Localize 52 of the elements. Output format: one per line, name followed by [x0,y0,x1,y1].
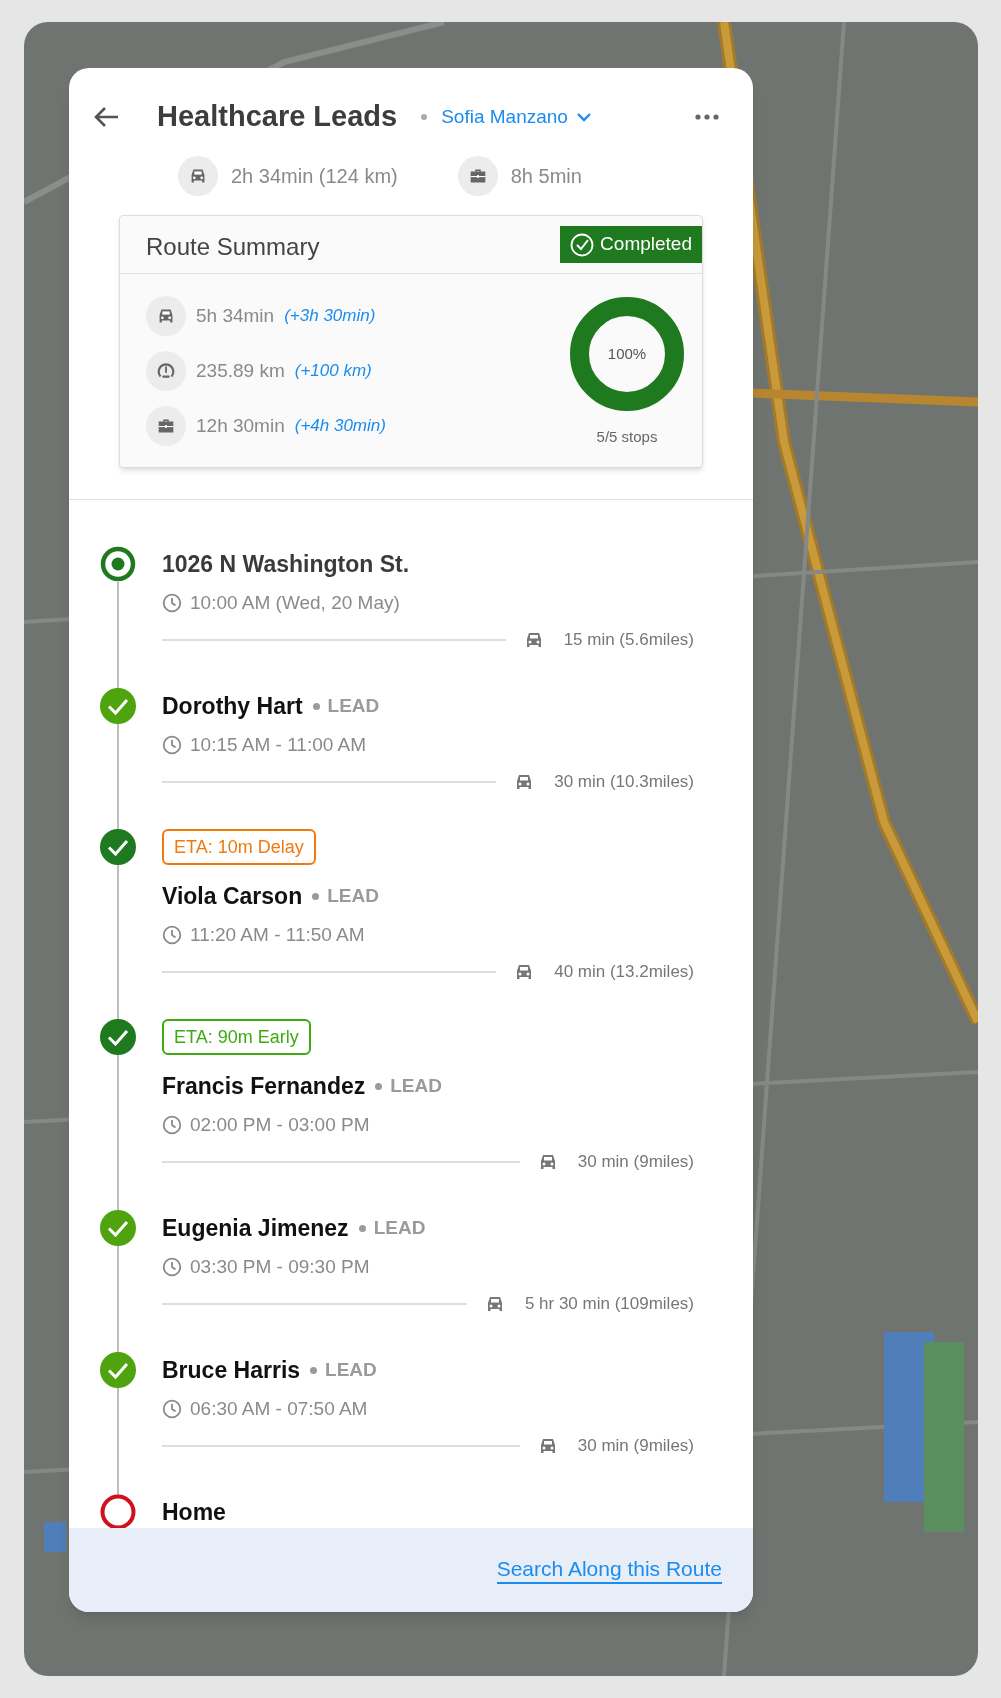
stop-time: 03:30 PM - 09:30 PM [190,1254,370,1279]
leg-duration: 30 min (9miles) [577,1151,694,1174]
clock-icon [162,1115,182,1135]
leg-duration: 40 min (13.2miles) [554,961,694,984]
stop-tag: LEAD [325,1355,377,1385]
stop-name: Dorothy Hart [162,691,303,721]
progress-percent: 100% [607,345,647,363]
stop-name: Bruce Harris [162,1355,301,1385]
completed-badge: Completed [560,226,702,263]
route-title: Healthcare Leads [157,99,398,135]
stop-name: Francis Fernandez [162,1071,366,1101]
back-arrow-icon [93,106,119,128]
clock-icon [162,1399,182,1419]
stop-time: 02:00 PM - 03:00 PM [190,1112,370,1137]
stop-tag: LEAD [373,1213,426,1243]
search-along-route-link[interactable]: Search Along this Route [496,1556,722,1584]
stop-time: 06:30 AM - 07:50 AM [190,1396,368,1421]
summary-delta: (+3h 30min) [284,305,376,328]
summary-delta: (+4h 30min) [294,415,386,438]
leg-duration: 30 min (9miles) [577,1435,694,1458]
stop-tag: LEAD [327,881,379,911]
summary-value: 235.89 km [196,358,285,383]
stop-time: 10:15 AM - 11:00 AM [190,732,367,757]
summary-value: 5h 34min [196,303,275,328]
stop-name: 1026 N Washington St. [162,549,410,579]
eta-badge: ETA: 10m Delay [162,829,316,865]
clock-icon [162,593,182,613]
summary-delta: (+100 km) [294,360,372,383]
stop-tag: LEAD [327,691,380,721]
more-options-button[interactable] [695,114,719,120]
stop-time: 10:00 AM (Wed, 20 May) [190,590,400,615]
leg-duration: 15 min (5.6miles) [563,629,694,652]
stop-name: Home [162,1497,226,1527]
stop-time: 11:20 AM - 11:50 AM [190,922,365,947]
assignee-dropdown[interactable]: Sofia Manzano [441,102,592,132]
eta-badge: ETA: 90m Early [162,1019,311,1055]
stops-count: 5/5 stops [596,427,658,447]
stop-name: Eugenia Jimenez [162,1213,349,1243]
clock-icon [162,1257,182,1277]
leg-duration: 30 min (10.3miles) [554,771,694,794]
clock-icon [162,735,182,755]
total-value: 2h 34min (124 km) [231,164,398,189]
clock-icon [162,925,182,945]
stop-tag: LEAD [390,1071,442,1101]
more-icon [695,114,719,120]
stop-name: Viola Carson [162,881,303,911]
total-value: 8h 5min [510,164,582,189]
chevron-down-icon [575,112,592,122]
summary-value: 12h 30min [196,413,285,438]
summary-title: Route Summary [146,232,320,262]
check-circle-icon [570,232,595,257]
leg-duration: 5 hr 30 min (109miles) [524,1293,694,1316]
